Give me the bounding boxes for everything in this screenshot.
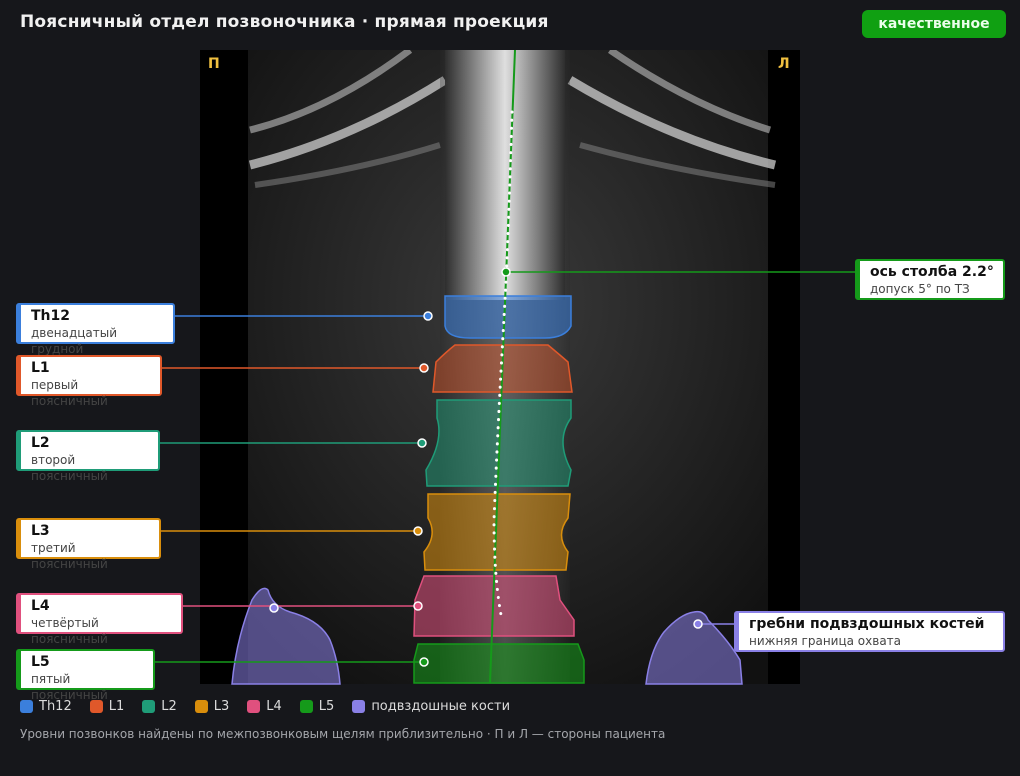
- patient-right-marker: П: [208, 56, 220, 72]
- legend-item-l2: L2: [142, 699, 177, 714]
- legend-label: L3: [213, 699, 230, 714]
- legend-item-iliac: подвздошные кости: [352, 699, 510, 714]
- iliac-crests-label: гребни подвздошных костей: [749, 616, 985, 632]
- callout-l3-label: L3: [31, 523, 50, 539]
- legend-item-l5: L5: [299, 699, 335, 714]
- legend-swatch-icon: [194, 700, 208, 713]
- axis-angle-label: ось столба 2.2°: [870, 264, 994, 280]
- legend-swatch-icon: [352, 700, 366, 713]
- legend-swatch-icon: [142, 700, 156, 713]
- legend-item-l4: L4: [247, 699, 282, 714]
- callout-l1: L1 первый поясничный: [16, 355, 162, 408]
- patient-left-marker: Л: [778, 56, 790, 72]
- callout-l4-label: L4: [31, 598, 50, 614]
- legend-swatch-icon: [299, 700, 313, 713]
- callout-l1-label: L1: [31, 360, 50, 376]
- callout-l4-description: четвёртый поясничный: [31, 616, 108, 646]
- legend-label: L1: [108, 699, 125, 714]
- status-badge: качественное: [862, 10, 1006, 38]
- iliac-crests-subtitle: нижняя граница охвата: [749, 634, 902, 648]
- callout-l4: L4 четвёртый поясничный: [16, 593, 183, 646]
- footnote: Уровни позвонков найдены по межпозвонков…: [20, 727, 666, 741]
- legend-swatch-icon: [20, 700, 33, 713]
- callout-l1-description: первый поясничный: [31, 378, 108, 408]
- callout-th12: Th12 двенадцатый грудной: [16, 303, 175, 356]
- axis-tolerance-label: допуск 5° по ТЗ: [870, 282, 970, 296]
- callout-spine-axis: ось столба 2.2° допуск 5° по ТЗ: [855, 259, 1005, 300]
- legend-item-l1: L1: [89, 699, 125, 714]
- callout-l2-description: второй поясничный: [31, 453, 108, 483]
- callout-iliac-crests: гребни подвздошных костей нижняя граница…: [734, 611, 1005, 652]
- page-title: Поясничный отдел позвоночника · прямая п…: [20, 12, 549, 32]
- callout-l2: L2 второй поясничный: [16, 430, 160, 483]
- callout-l5: L5 пятый поясничный: [16, 649, 155, 702]
- legend-label: L5: [318, 699, 335, 714]
- callout-l5-label: L5: [31, 654, 50, 670]
- legend-label: L4: [266, 699, 282, 714]
- legend-label: подвздошные кости: [371, 699, 511, 714]
- callout-th12-label: Th12: [31, 308, 70, 324]
- legend-item-l3: L3: [194, 699, 230, 714]
- legend-label: Th12: [39, 699, 72, 714]
- legend: Th12 L1 L2 L3 L4 L5 подвздошные кости: [20, 699, 510, 714]
- legend-swatch-icon: [89, 700, 103, 713]
- legend-swatch-icon: [247, 700, 261, 713]
- callout-l3-description: третий поясничный: [31, 541, 108, 571]
- callout-th12-description: двенадцатый грудной: [31, 326, 118, 356]
- xray-image: [200, 50, 800, 684]
- callout-l3: L3 третий поясничный: [16, 518, 161, 571]
- legend-item-th12: Th12: [20, 699, 72, 714]
- legend-label: L2: [161, 699, 177, 714]
- callout-l2-label: L2: [31, 435, 50, 451]
